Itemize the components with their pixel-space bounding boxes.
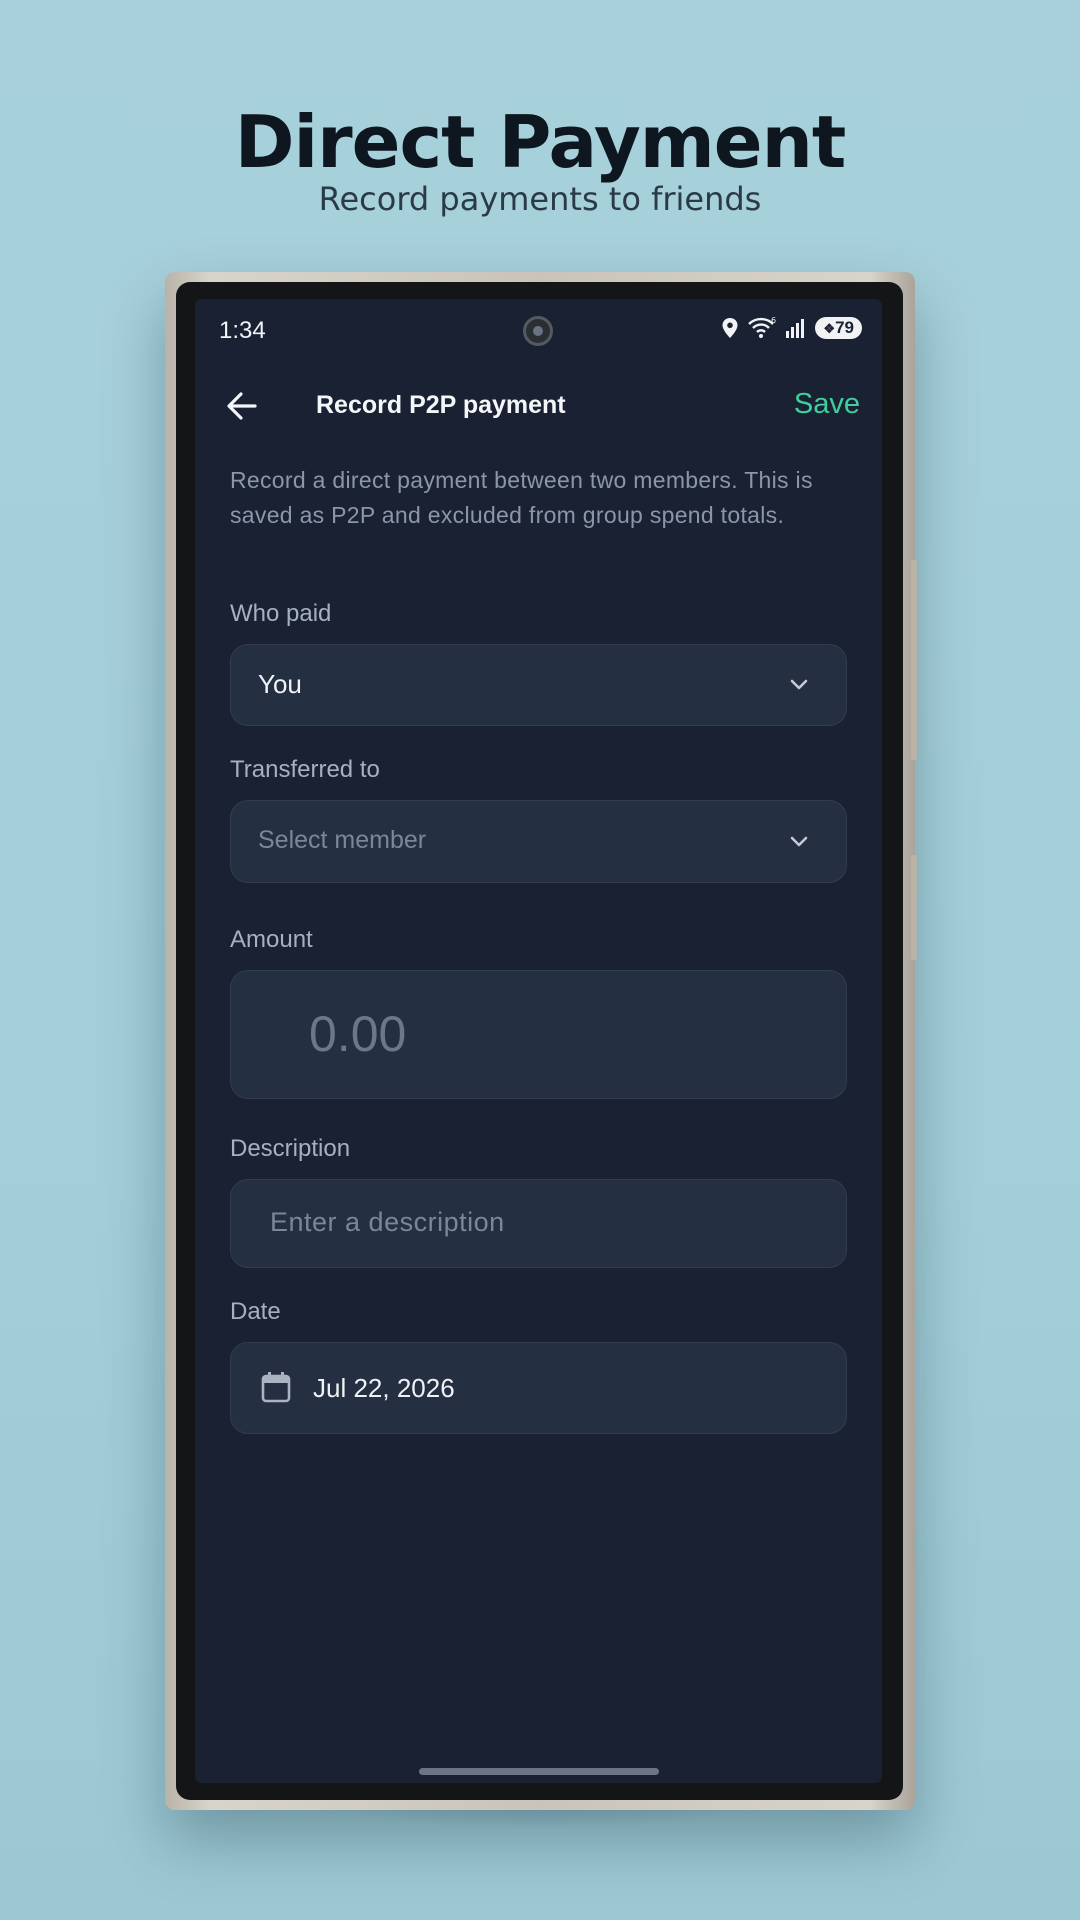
home-indicator[interactable]: [419, 1768, 659, 1775]
promo-title: Direct Payment: [234, 100, 847, 184]
date-label: Date: [230, 1298, 281, 1325]
volume-button: [911, 560, 917, 760]
location-icon: [722, 318, 738, 338]
power-button: [911, 855, 917, 960]
info-description: Record a direct payment between two memb…: [230, 467, 813, 528]
chevron-down-icon: [790, 679, 808, 690]
battery-level: 79: [835, 318, 854, 337]
amount-label: Amount: [230, 926, 313, 953]
description-label: Description: [230, 1135, 351, 1162]
status-time: 1:34: [219, 317, 266, 344]
description-input[interactable]: Enter a description: [230, 1179, 847, 1268]
who-paid-select[interactable]: You: [230, 644, 847, 726]
who-paid-value: You: [258, 669, 302, 699]
back-arrow-icon[interactable]: [225, 389, 259, 423]
save-button[interactable]: Save: [794, 388, 860, 421]
svg-text:6: 6: [771, 316, 776, 325]
wifi-icon: 6: [748, 316, 777, 338]
page-title: Record P2P payment: [316, 391, 566, 419]
date-picker[interactable]: Jul 22, 2026: [230, 1342, 847, 1434]
date-value: Jul 22, 2026: [313, 1373, 455, 1403]
who-paid-label: Who paid: [230, 600, 332, 627]
promo-subtitle: Record payments to friends: [318, 180, 762, 218]
calendar-icon: [261, 1372, 291, 1403]
amount-placeholder: 0.00: [309, 1006, 407, 1062]
battery-icon: ❖79: [815, 317, 862, 339]
chevron-down-icon: [790, 836, 808, 846]
transferred-to-label: Transferred to: [230, 756, 380, 783]
phone-screen: 1:34 6 ❖79 Record P2P payment Save Recor…: [195, 299, 882, 1783]
amount-input[interactable]: 0.00: [230, 970, 847, 1099]
transferred-to-placeholder: Select member: [258, 826, 427, 854]
status-icons: 6 ❖79: [721, 316, 862, 340]
front-camera: [523, 316, 553, 346]
signal-icon: [786, 319, 805, 338]
description-placeholder: Enter a description: [270, 1207, 505, 1237]
transferred-to-select[interactable]: Select member: [230, 800, 847, 883]
